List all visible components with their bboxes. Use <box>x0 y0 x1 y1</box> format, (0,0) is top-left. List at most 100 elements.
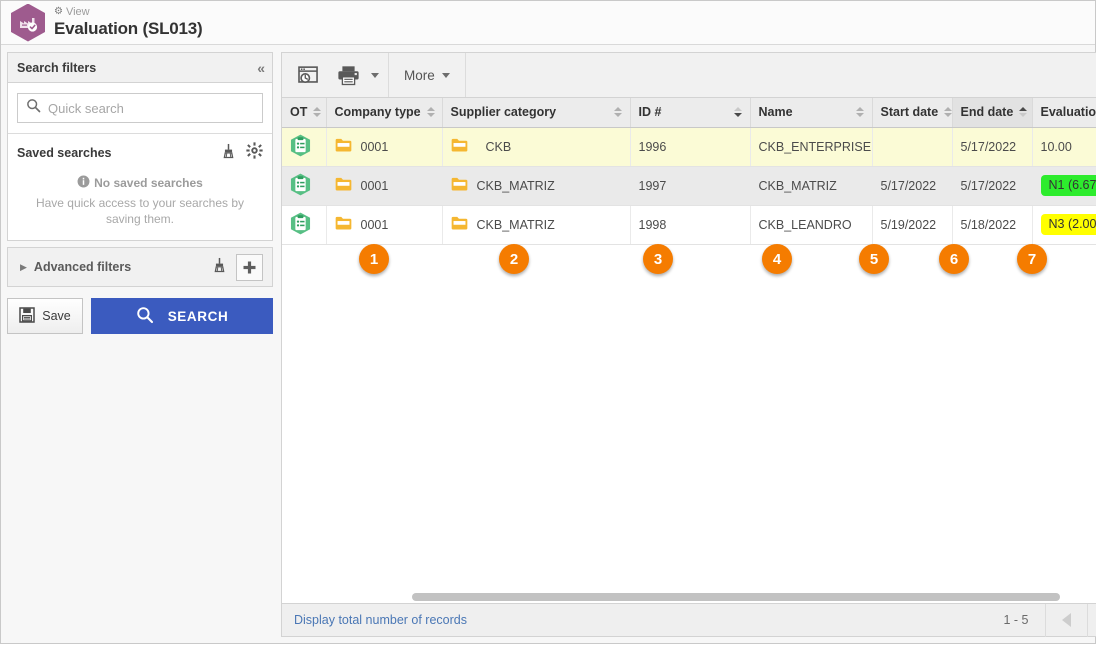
page-range-label: 1 - 5 <box>987 604 1044 637</box>
no-saved-searches-message: No saved searches <box>17 175 263 191</box>
broom-icon[interactable] <box>212 257 227 278</box>
broom-icon[interactable] <box>221 143 236 164</box>
supplier-category-cell: CKB <box>442 127 630 166</box>
page-body: Search filters « Quick search Saved sear… <box>1 46 1096 645</box>
start-date-cell: 5/19/2022 <box>872 205 952 244</box>
column-header-supplier-category[interactable]: Supplier category <box>442 98 630 127</box>
saved-searches-section: Saved searches <box>8 134 272 240</box>
column-label: Name <box>759 105 793 119</box>
sort-icon-desc[interactable] <box>734 107 742 117</box>
quick-search-container: Quick search <box>8 83 272 133</box>
supplier-category-value: CKB_MATRIZ <box>477 218 555 232</box>
sort-icon[interactable] <box>614 107 622 117</box>
caret-down-icon[interactable] <box>371 73 379 78</box>
sidebar-actions: Save SEARCH <box>7 298 273 334</box>
column-label: OT <box>290 105 307 119</box>
table-header-row: OT Company type <box>282 98 1096 127</box>
search-icon <box>136 306 154 327</box>
supplier-category-cell: CKB_MATRIZ <box>442 205 630 244</box>
next-page-button[interactable] <box>1087 604 1096 637</box>
folder-icon <box>335 216 352 233</box>
start-date-cell <box>872 127 952 166</box>
status-badge: N1 (6.67) <box>1041 175 1096 196</box>
column-label: End date <box>961 105 1014 119</box>
gear-icon[interactable] <box>246 142 263 164</box>
end-date-cell: 5/18/2022 <box>952 205 1032 244</box>
search-button[interactable]: SEARCH <box>91 298 273 334</box>
column-header-name[interactable]: Name <box>750 98 872 127</box>
search-input[interactable]: Quick search <box>17 93 263 123</box>
search-filters-header: Search filters « <box>8 53 272 83</box>
evaluation-cell: 10.00 <box>1032 127 1096 166</box>
window-clock-icon[interactable] <box>291 53 326 98</box>
supplier-category-value: CKB_MATRIZ <box>477 179 555 193</box>
previous-page-button[interactable] <box>1045 604 1087 637</box>
callout-badge-3: 3 <box>643 244 673 274</box>
company-type-cell: 0001 <box>326 205 442 244</box>
horizontal-scrollbar-thumb[interactable] <box>412 593 1060 601</box>
column-header-id[interactable]: ID # <box>630 98 750 127</box>
display-total-records-link[interactable]: Display total number of records <box>282 613 467 627</box>
results-toolbar: More <box>282 53 1096 98</box>
folder-icon <box>451 138 468 155</box>
column-label: Start date <box>881 105 939 119</box>
saved-searches-title: Saved searches <box>17 146 112 160</box>
callout-badge-7: 7 <box>1017 244 1047 274</box>
column-label: Evaluation <box>1041 105 1096 119</box>
results-grid: OT Company type <box>282 98 1096 603</box>
column-label: Supplier category <box>451 105 557 119</box>
save-button[interactable]: Save <box>7 298 83 334</box>
sort-icon[interactable] <box>313 107 321 117</box>
sort-icon[interactable] <box>944 107 952 117</box>
triangle-right-icon: ▶ <box>20 262 27 273</box>
company-type-cell: 0001 <box>326 166 442 205</box>
table-row[interactable]: 0001 CKB_MATRIZ <box>282 166 1096 205</box>
more-menu-button[interactable]: More <box>398 68 456 83</box>
no-saved-searches-text: No saved searches <box>94 176 203 190</box>
row-type-cell <box>282 205 326 244</box>
gear-icon: ⚙ <box>54 6 63 18</box>
search-filters-title: Search filters <box>17 61 96 75</box>
advanced-filters-toggle[interactable]: ▶ Advanced filters <box>7 247 273 287</box>
printer-icon[interactable] <box>330 53 367 98</box>
callout-badge-2: 2 <box>499 244 529 274</box>
column-header-end-date[interactable]: End date <box>952 98 1032 127</box>
supplier-category-value: CKB <box>477 140 512 154</box>
floppy-disk-icon <box>19 307 35 326</box>
advanced-filters-label: Advanced filters <box>34 260 131 274</box>
search-icon <box>26 98 41 118</box>
quick-search-placeholder: Quick search <box>48 101 124 116</box>
grid-empty-space <box>282 245 1096 591</box>
sort-icon[interactable] <box>856 107 864 117</box>
table-row[interactable]: 0001 CKB 1996 <box>282 127 1096 166</box>
column-header-start-date[interactable]: Start date <box>872 98 952 127</box>
id-cell: 1998 <box>630 205 750 244</box>
saved-searches-hint: Have quick access to your searches by sa… <box>17 195 263 227</box>
folder-icon <box>451 216 468 233</box>
horizontal-scrollbar[interactable] <box>282 590 1096 603</box>
callout-badge-6: 6 <box>939 244 969 274</box>
column-label: ID # <box>639 105 662 119</box>
results-panel: More <box>281 52 1096 637</box>
sort-icon[interactable] <box>427 107 435 117</box>
add-filter-button[interactable] <box>236 254 263 281</box>
table-row[interactable]: 0001 CKB_MATRIZ <box>282 205 1096 244</box>
column-header-company-type[interactable]: Company type <box>326 98 442 127</box>
end-date-cell: 5/17/2022 <box>952 166 1032 205</box>
company-type-cell: 0001 <box>326 127 442 166</box>
triangle-left-icon <box>1062 613 1071 627</box>
evaluation-value: 10.00 <box>1041 140 1072 154</box>
column-header-evaluation[interactable]: Evaluation <box>1032 98 1096 127</box>
collapse-sidebar-icon[interactable]: « <box>257 60 263 76</box>
view-label: View <box>66 6 90 18</box>
column-header-ot[interactable]: OT <box>282 98 326 127</box>
search-button-label: SEARCH <box>168 309 229 324</box>
company-type-value: 0001 <box>361 179 389 193</box>
row-type-cell <box>282 166 326 205</box>
name-cell: CKB_ENTERPRISE <box>750 127 872 166</box>
clipboard-hexagon-icon <box>290 224 311 238</box>
page-title: Evaluation (SL013) <box>54 19 203 39</box>
sort-icon-asc[interactable] <box>1019 107 1027 117</box>
callout-badge-5: 5 <box>859 244 889 274</box>
end-date-cell: 5/17/2022 <box>952 127 1032 166</box>
